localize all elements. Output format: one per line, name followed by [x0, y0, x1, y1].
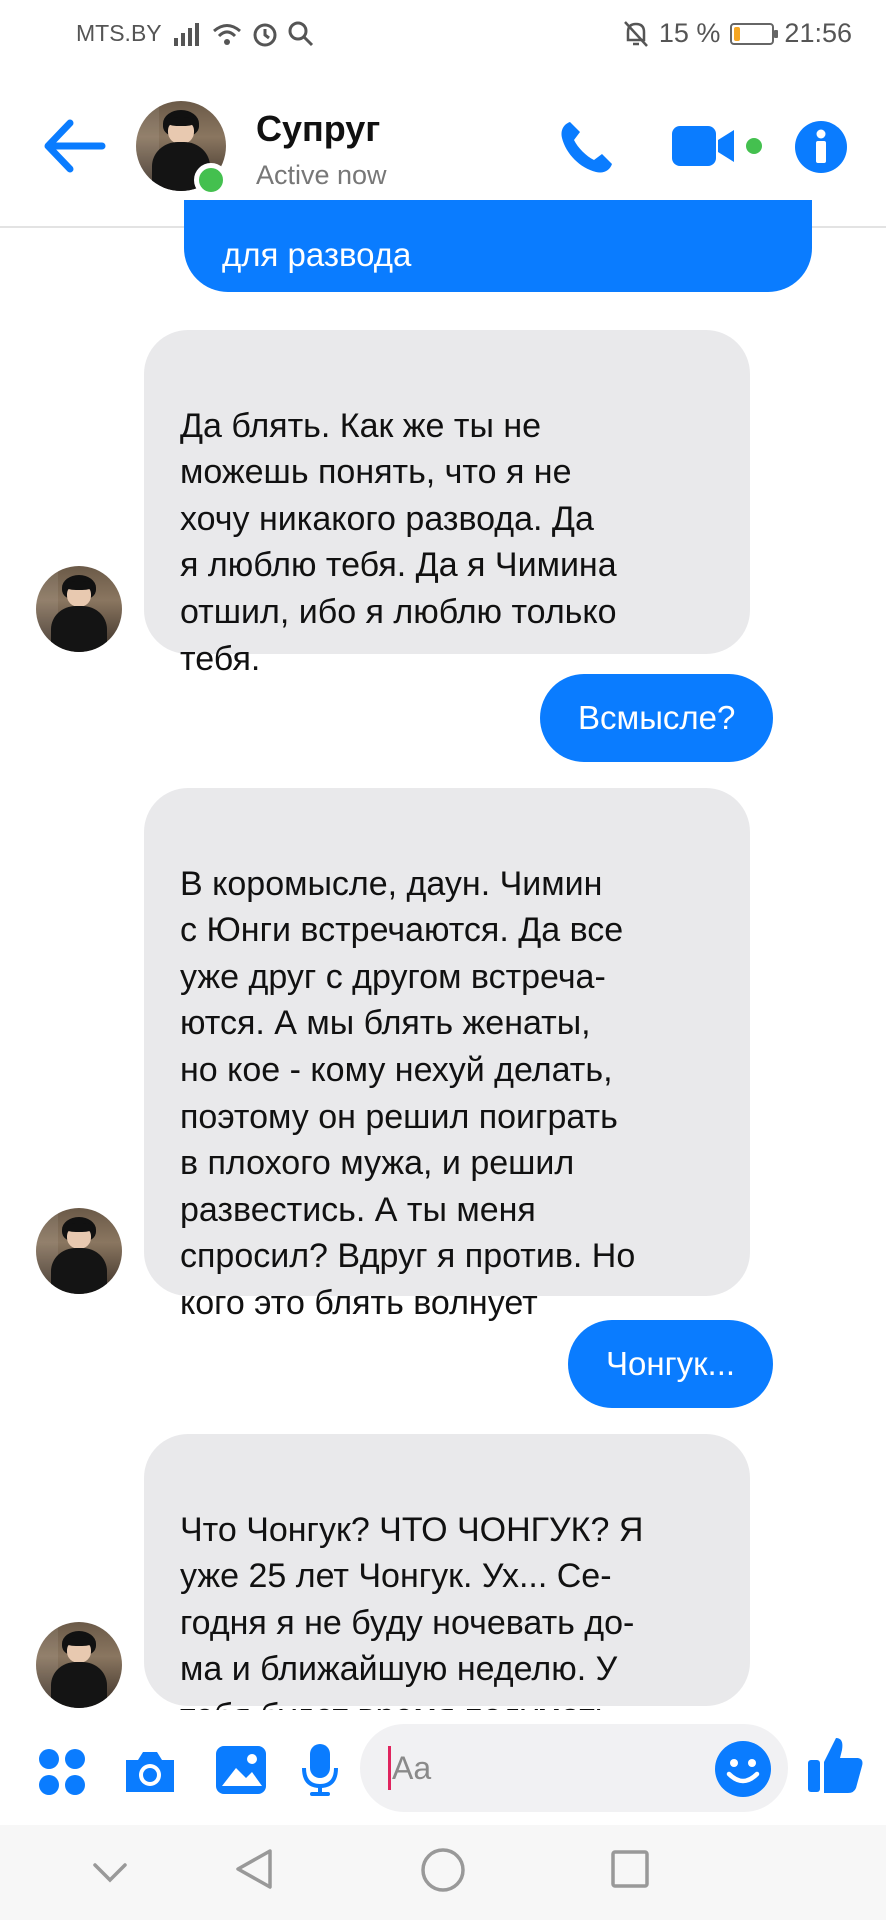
microphone-icon[interactable]: [300, 1742, 340, 1798]
battery-fill: [734, 26, 741, 41]
message-thread[interactable]: для развода Да блять. Как же ты не можеш…: [0, 200, 886, 1735]
sender-avatar[interactable]: [36, 1208, 122, 1294]
video-call-icon[interactable]: [670, 122, 766, 172]
sender-avatar[interactable]: [36, 1622, 122, 1708]
nav-back-icon[interactable]: [234, 1847, 274, 1891]
sender-avatar[interactable]: [36, 566, 122, 652]
outgoing-message[interactable]: Чонгук...: [568, 1320, 774, 1408]
more-apps-icon[interactable]: [38, 1748, 86, 1796]
message-text: Чонгук...: [606, 1345, 736, 1382]
battery-icon: [730, 22, 779, 45]
nav-home-icon[interactable]: [420, 1847, 466, 1893]
message-text: Да блять. Как же ты не можешь понять, чт…: [180, 406, 617, 678]
nav-recents-icon[interactable]: [610, 1849, 650, 1889]
status-left: MTS.BY: [76, 20, 314, 47]
message-text: Всмысле?: [578, 699, 736, 736]
message-text: Что Чонгук? ЧТО ЧОНГУК? Я уже 25 лет Чон…: [180, 1510, 644, 1735]
phone-call-icon[interactable]: [556, 118, 616, 178]
battery-percent: 15 %: [658, 18, 721, 48]
contact-name[interactable]: Супруг: [256, 108, 380, 150]
search-icon: [288, 21, 313, 46]
emoji-icon[interactable]: [714, 1740, 772, 1798]
incoming-message[interactable]: Да блять. Как же ты не можешь понять, чт…: [144, 330, 750, 678]
alarm-icon: [253, 23, 277, 46]
status-right: 15 % 21:56: [623, 18, 852, 49]
online-indicator: [194, 163, 228, 197]
incoming-message[interactable]: В коромысле, даун. Чимин с Юнги встречаю…: [144, 788, 750, 1322]
message-text: для развода: [222, 236, 412, 273]
info-icon[interactable]: [794, 120, 848, 174]
message-text: В коромысле, даун. Чимин с Юнги встречаю…: [180, 864, 636, 1322]
back-arrow-icon[interactable]: [40, 115, 110, 177]
camera-icon[interactable]: [122, 1748, 178, 1796]
message-composer: Aa: [0, 1710, 886, 1825]
message-input-placeholder: Aa: [392, 1750, 432, 1786]
gallery-icon[interactable]: [214, 1744, 268, 1796]
outgoing-message[interactable]: Всмысле?: [540, 674, 774, 762]
contact-status: Active now: [256, 160, 387, 190]
wifi-icon: [212, 23, 241, 45]
clock: 21:56: [784, 18, 852, 48]
thumbs-up-icon[interactable]: [806, 1734, 866, 1796]
hide-keyboard-icon[interactable]: [92, 1861, 128, 1885]
carrier-label: MTS.BY: [76, 20, 162, 46]
message-input[interactable]: Aa: [360, 1724, 788, 1812]
status-bar: MTS.BY 15 % 21:56: [0, 0, 886, 70]
mute-icon: [623, 20, 648, 47]
system-navigation-bar: [0, 1825, 886, 1920]
outgoing-message[interactable]: для развода: [184, 200, 812, 292]
incoming-message[interactable]: Что Чонгук? ЧТО ЧОНГУК? Я уже 25 лет Чон…: [144, 1434, 750, 1735]
signal-icon: [173, 22, 199, 46]
text-cursor: [388, 1746, 391, 1790]
